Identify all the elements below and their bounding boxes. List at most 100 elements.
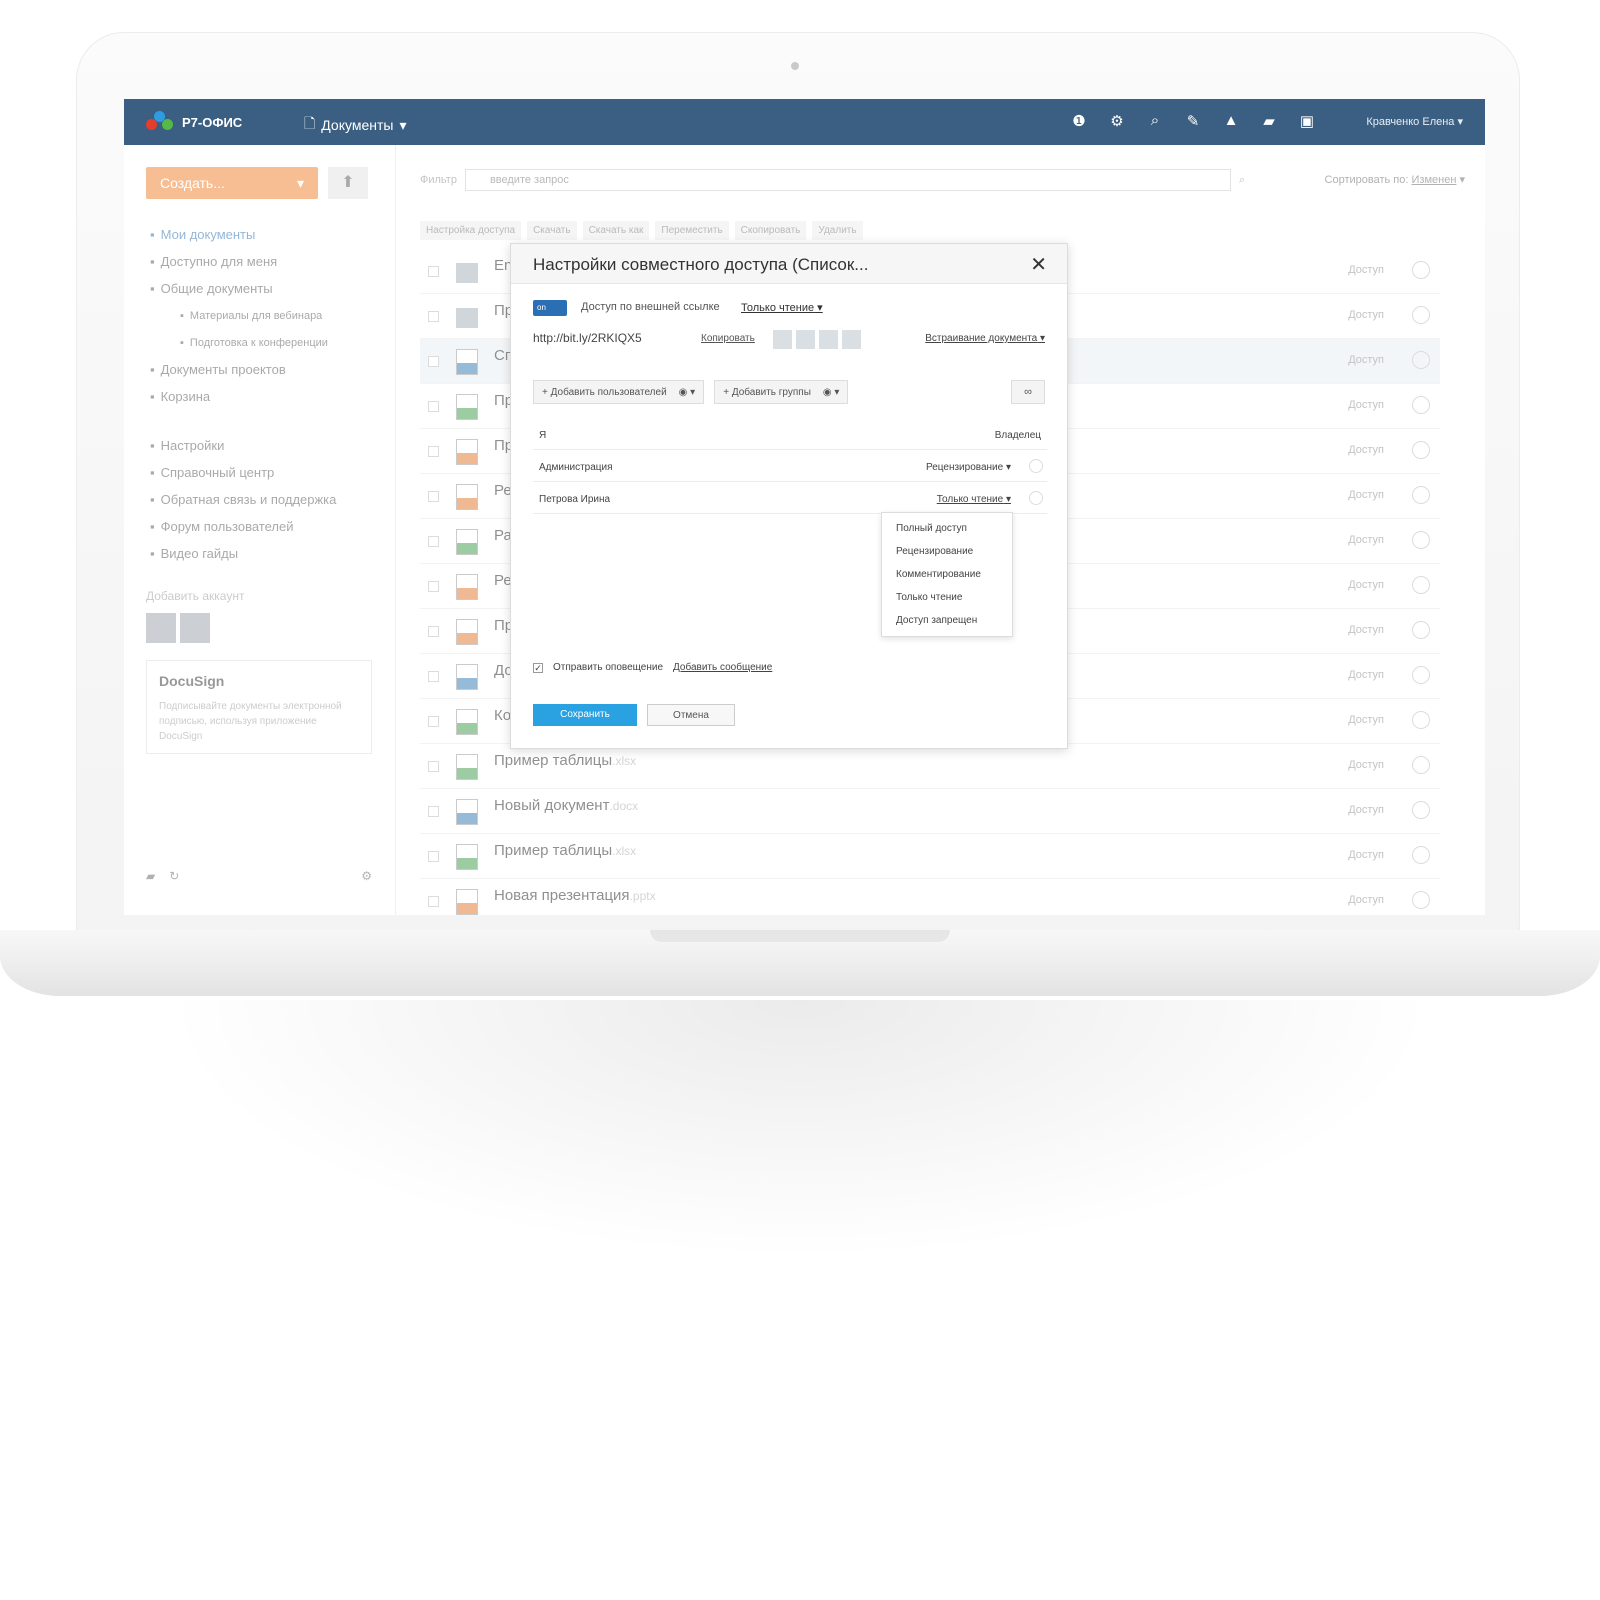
- create-button[interactable]: Создать... ▾: [146, 167, 318, 199]
- sidebar-item[interactable]: ▪ Обратная связь и поддержка: [150, 486, 390, 513]
- file-name[interactable]: Новый документ.docx: [494, 797, 638, 814]
- remove-icon[interactable]: [1029, 459, 1043, 473]
- row-checkbox[interactable]: [428, 761, 439, 772]
- row-checkbox[interactable]: [428, 671, 439, 682]
- access-button[interactable]: Доступ: [1348, 624, 1384, 636]
- access-button[interactable]: Доступ: [1348, 804, 1384, 816]
- sidebar-item[interactable]: ▪ Видео гайды: [150, 540, 390, 567]
- rights-select[interactable]: Только чтение ▾: [937, 494, 1011, 505]
- search-icon[interactable]: ⌕: [1239, 174, 1245, 187]
- chat-icon[interactable]: ▰: [146, 869, 155, 883]
- access-button[interactable]: Доступ: [1348, 714, 1384, 726]
- add-users-button[interactable]: + Добавить пользователей ◉ ▾: [533, 380, 705, 404]
- row-checkbox[interactable]: [428, 716, 439, 727]
- rights-select[interactable]: Рецензирование ▾: [926, 462, 1011, 473]
- share-icon[interactable]: ✎: [1185, 112, 1201, 130]
- access-button[interactable]: Доступ: [1348, 849, 1384, 861]
- google-plus-icon[interactable]: [796, 330, 815, 349]
- action-button[interactable]: Переместить: [655, 221, 729, 240]
- file-row[interactable]: Новая презентация.pptx Доступ: [420, 879, 1440, 915]
- clock-icon[interactable]: [1412, 621, 1430, 639]
- access-button[interactable]: Доступ: [1348, 489, 1384, 501]
- file-row[interactable]: Пример таблицы.xlsx Доступ: [420, 834, 1440, 879]
- close-icon[interactable]: ✕: [1030, 252, 1047, 277]
- rights-menu-item[interactable]: Рецензирование: [882, 540, 1012, 563]
- clock-icon[interactable]: [1412, 531, 1430, 549]
- notify-checkbox[interactable]: ✓: [533, 662, 543, 673]
- row-checkbox[interactable]: [428, 356, 439, 367]
- access-button[interactable]: Доступ: [1348, 309, 1384, 321]
- external-link-toggle[interactable]: on: [533, 300, 567, 316]
- sidebar-item[interactable]: ▪ Корзина: [150, 383, 390, 410]
- file-name[interactable]: Новая презентация.pptx: [494, 887, 656, 904]
- external-mode-select[interactable]: Только чтение ▾: [741, 301, 823, 314]
- file-row[interactable]: Пример таблицы.xlsx Доступ: [420, 744, 1440, 789]
- sort-control[interactable]: Сортировать по: Изменен ▾: [1325, 173, 1465, 186]
- rights-menu-item[interactable]: Только чтение: [882, 586, 1012, 609]
- sidebar-item[interactable]: ▪ Настройки: [150, 432, 390, 459]
- user-menu[interactable]: Кравченко Елена ▾: [1366, 115, 1463, 128]
- row-checkbox[interactable]: [428, 896, 439, 907]
- facebook-icon[interactable]: [819, 330, 838, 349]
- file-name[interactable]: Ко: [494, 707, 511, 724]
- clock-icon[interactable]: [1412, 396, 1430, 414]
- gear-icon[interactable]: ⚙: [361, 869, 372, 883]
- filter-input[interactable]: [464, 169, 1231, 191]
- clock-icon[interactable]: [1412, 261, 1430, 279]
- row-checkbox[interactable]: [428, 311, 439, 322]
- access-button[interactable]: Доступ: [1348, 579, 1384, 591]
- clock-icon[interactable]: [1412, 576, 1430, 594]
- file-name[interactable]: Пример таблицы.xlsx: [494, 842, 636, 859]
- row-checkbox[interactable]: [428, 806, 439, 817]
- access-button[interactable]: Доступ: [1348, 264, 1384, 276]
- row-checkbox[interactable]: [428, 401, 439, 412]
- sidebar-item[interactable]: ▪ Общие документы: [150, 275, 390, 302]
- refresh-icon[interactable]: ↻: [169, 869, 179, 883]
- access-button[interactable]: Доступ: [1348, 354, 1384, 366]
- row-checkbox[interactable]: [428, 536, 439, 547]
- row-checkbox[interactable]: [428, 491, 439, 502]
- add-groups-button[interactable]: + Добавить группы ◉ ▾: [714, 380, 849, 404]
- file-row[interactable]: Новый документ.docx Доступ: [420, 789, 1440, 834]
- row-checkbox[interactable]: [428, 851, 439, 862]
- people-icon[interactable]: ▲: [1223, 112, 1239, 130]
- file-name[interactable]: Пример таблицы.xlsx: [494, 752, 636, 769]
- logo[interactable]: Р7-ОФИС: [146, 111, 242, 133]
- clock-icon[interactable]: [1412, 486, 1430, 504]
- cancel-button[interactable]: Отмена: [647, 704, 735, 726]
- clock-icon[interactable]: [1412, 756, 1430, 774]
- access-button[interactable]: Доступ: [1348, 399, 1384, 411]
- row-checkbox[interactable]: [428, 266, 439, 277]
- link-icon[interactable]: ∞: [1011, 380, 1045, 404]
- embed-select[interactable]: Встраивание документа ▾: [925, 333, 1045, 344]
- account-tile[interactable]: [180, 613, 210, 643]
- access-button[interactable]: Доступ: [1348, 894, 1384, 906]
- rights-menu-item[interactable]: Полный доступ: [882, 517, 1012, 540]
- action-button[interactable]: Скачать: [527, 221, 577, 240]
- rights-menu-item[interactable]: Доступ запрещен: [882, 609, 1012, 632]
- docusign-promo[interactable]: DocuSign Подписывайте документы электрон…: [146, 660, 372, 754]
- account-tile[interactable]: [146, 613, 176, 643]
- action-button[interactable]: Скачать как: [582, 221, 650, 240]
- action-button[interactable]: Удалить: [812, 221, 863, 240]
- row-checkbox[interactable]: [428, 581, 439, 592]
- clock-icon[interactable]: [1412, 666, 1430, 684]
- calendar-icon[interactable]: ▣: [1299, 112, 1315, 130]
- sidebar-item[interactable]: ▪ Форум пользователей: [150, 513, 390, 540]
- sidebar-item[interactable]: ▪ Мои документы: [150, 221, 390, 248]
- mail-icon[interactable]: [773, 330, 792, 349]
- search-icon[interactable]: ⌕: [1147, 112, 1163, 130]
- save-button[interactable]: Сохранить: [533, 704, 637, 726]
- add-message-link[interactable]: Добавить сообщение: [673, 662, 772, 673]
- sidebar-item[interactable]: ▪ Документы проектов: [150, 356, 390, 383]
- gear-icon[interactable]: ⚙: [1109, 112, 1125, 130]
- clock-icon[interactable]: [1412, 846, 1430, 864]
- sidebar-item[interactable]: ▪ Доступно для меня: [150, 248, 390, 275]
- clock-icon[interactable]: [1412, 441, 1430, 459]
- clock-icon[interactable]: [1412, 306, 1430, 324]
- clock-icon[interactable]: [1412, 801, 1430, 819]
- sidebar-item[interactable]: ▪ Справочный центр: [150, 459, 390, 486]
- upload-button[interactable]: ⬆: [328, 167, 368, 199]
- clock-icon[interactable]: [1412, 891, 1430, 909]
- row-checkbox[interactable]: [428, 626, 439, 637]
